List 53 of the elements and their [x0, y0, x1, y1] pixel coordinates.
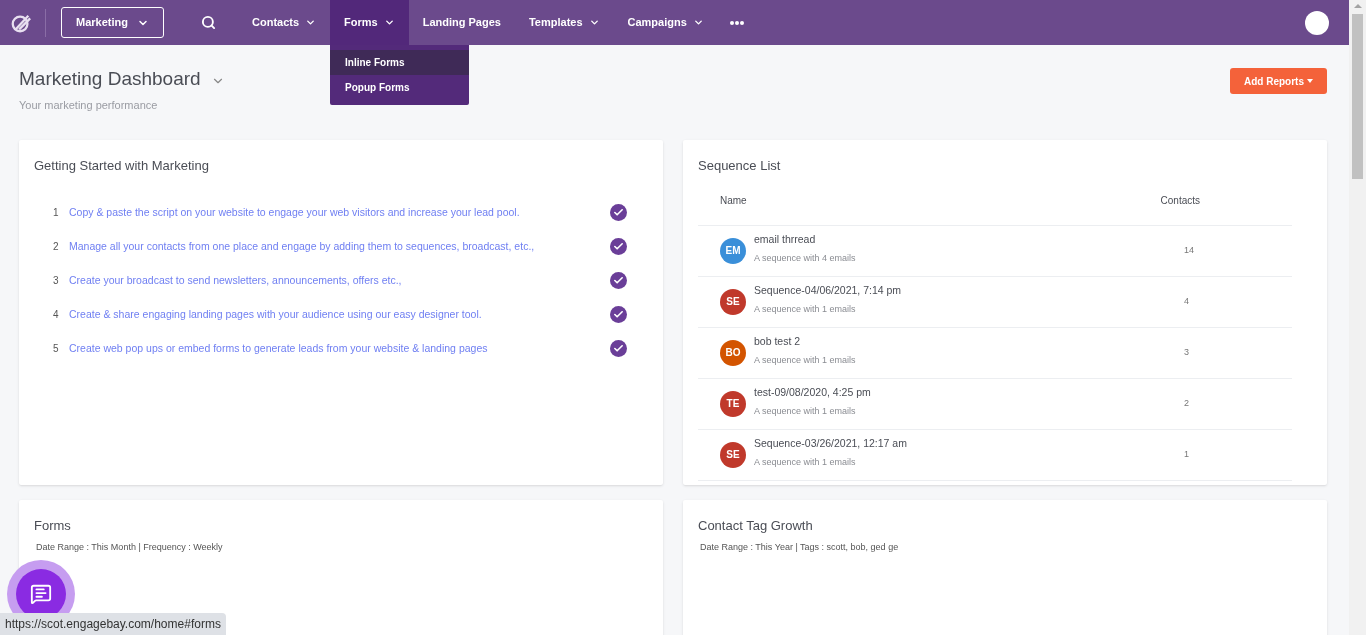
step-link[interactable]: Create web pop ups or embed forms to generate leads from your website & landing pages	[69, 340, 488, 357]
sequence-name[interactable]: Sequence-04/06/2021, 7:14 pm	[754, 282, 902, 299]
menu-item[interactable]: Inline Forms	[330, 50, 470, 75]
sequence-name[interactable]: test-09/08/2020, 4:25 pm	[754, 384, 871, 401]
avatar-initials: SE	[720, 441, 746, 468]
contacts-count: 1	[1184, 447, 1190, 461]
avatar-initials: SE	[720, 288, 746, 315]
avatar-initials: EM	[720, 237, 746, 264]
nav-tab[interactable]: Forms	[330, 0, 409, 45]
card-title: Contact Tag Growth	[698, 517, 814, 535]
step-number: 5	[53, 342, 60, 356]
sequence-description: A sequence with 4 emails	[754, 251, 856, 265]
sequence-description: A sequence with 1 emails	[754, 455, 857, 469]
more-icon	[729, 20, 744, 25]
page-subtitle: Your marketing performance	[19, 97, 159, 113]
contacts-count: 4	[1184, 294, 1190, 308]
card-meta: Date Range : This Month | Frequency : Weekly	[36, 540, 224, 554]
nav-tab[interactable]: Campaigns	[613, 0, 718, 45]
step-number: 4	[53, 308, 60, 322]
sequence-description: A sequence with 1 emails	[754, 353, 856, 367]
sequence-name[interactable]: bob test 2	[754, 333, 856, 350]
avatar-initials: TE	[720, 390, 746, 417]
step-link[interactable]: Create your broadcast to send newsletters, announcements, offers etc.,	[69, 272, 402, 289]
nav-tab[interactable]: Contacts	[238, 0, 331, 45]
column-header: Contacts	[1160, 193, 1200, 208]
sequence-description: A sequence with 1 emails	[754, 404, 857, 418]
nav-tab[interactable]: Templates	[514, 0, 614, 45]
contacts-count: 3	[1184, 345, 1190, 359]
card-title: Getting Started with Marketing	[34, 157, 210, 175]
card-title: Sequence List	[698, 157, 782, 175]
step-link[interactable]: Manage all your contacts from one place and engage by adding them to sequences, broadcast, etc.,	[69, 238, 535, 255]
sequence-name[interactable]: Sequence-03/26/2021, 12:17 am	[754, 435, 907, 452]
card-title: Forms	[34, 517, 72, 535]
chat-icon	[30, 583, 52, 605]
column-header: Name	[720, 193, 747, 208]
step-link[interactable]: Create & share engaging landing pages with your audience using our easy designer tool.	[69, 306, 482, 323]
card-meta: Date Range : This Year | Tags : scott, bob, ged ge	[700, 540, 900, 554]
sequence-name[interactable]: email thrread	[754, 231, 856, 248]
avatar-initials: BO	[720, 339, 746, 366]
sequence-description: A sequence with 1 emails	[754, 302, 857, 316]
avatar[interactable]	[1305, 10, 1329, 35]
step-number: 3	[53, 274, 60, 288]
link-preview-tooltip: https://scot.engagebay.com/home#forms	[0, 613, 226, 635]
nav-tab[interactable]: Landing Pages	[408, 0, 515, 45]
page-title: Marketing Dashboard	[19, 67, 201, 91]
step-number: 2	[53, 240, 60, 254]
search-icon[interactable]	[201, 15, 216, 30]
contacts-count: 14	[1184, 243, 1195, 257]
menu-item[interactable]: Popup Forms	[330, 75, 470, 100]
step-number: 1	[53, 206, 60, 220]
step-link[interactable]: Copy & paste the script on your website to engage your web visitors and increase your lead pool.	[69, 204, 520, 221]
contacts-count: 2	[1184, 396, 1190, 410]
app-select[interactable]: Marketing	[61, 7, 164, 38]
